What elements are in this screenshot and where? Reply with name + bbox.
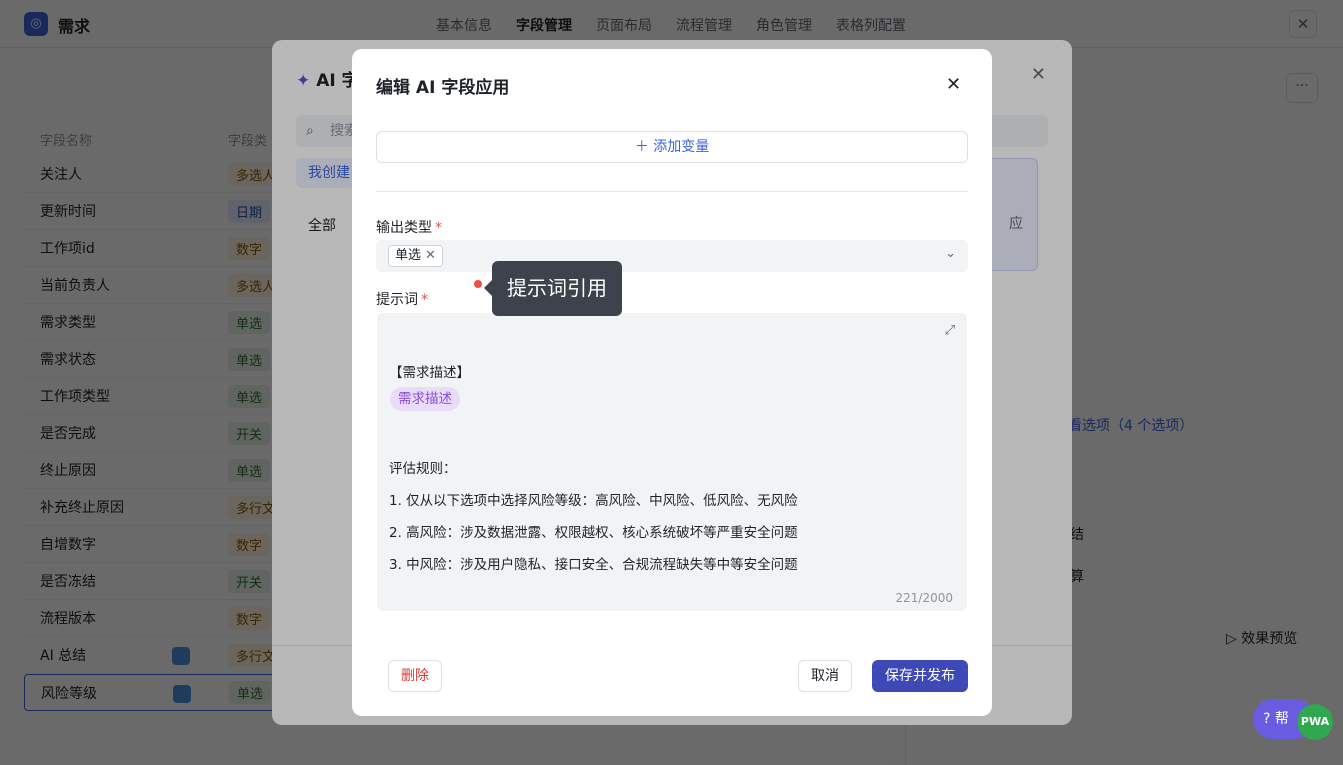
output-type-select[interactable]: 单选 ✕ ⌄ (376, 240, 968, 272)
variable-chip[interactable]: 需求描述 (390, 387, 460, 411)
expand-icon[interactable]: ⤢ (945, 323, 955, 338)
prompt-textarea[interactable]: ⤢ 【需求描述】 需求描述 评估规则： 1. 仅从以下选项中选择风险等级：高风险… (377, 313, 967, 611)
help-label: 帮 (1274, 711, 1289, 727)
prompt-label-text: 提示词 (376, 292, 418, 308)
output-type-label: 输出类型 * (376, 217, 442, 237)
selected-tag-label: 单选 (395, 248, 422, 263)
remove-tag-icon[interactable]: ✕ (425, 248, 436, 263)
guide-dot (474, 280, 482, 288)
required-mark: * (435, 220, 442, 236)
prompt-heading: 【需求描述】 (389, 365, 470, 381)
prompt-editor-spotlight: 提示词 * ⤢ 【需求描述】 需求描述 评估规则： 1. 仅从以下选项中选择风险等… (368, 283, 971, 619)
modal-title: 编辑 AI 字段应用 (376, 78, 510, 98)
save-and-publish-button[interactable]: 保存并发布 (872, 660, 968, 692)
char-counter: 221/2000 (895, 591, 954, 605)
prompt-rule-line: 1. 仅从以下选项中选择风险等级：高风险、中风险、低风险、无风险 (389, 493, 798, 509)
add-variable-label: 添加变量 (653, 139, 710, 155)
close-icon[interactable]: ✕ (946, 74, 961, 95)
prompt-rule-line: 3. 中风险：涉及用户隐私、接口安全、合规流程缺失等中等安全问题 (389, 557, 798, 573)
pwa-badge[interactable]: PWA (1297, 704, 1333, 740)
prompt-rule-line: 2. 高风险：涉及数据泄露、权限越权、核心系统破坏等严重安全问题 (389, 525, 798, 541)
selected-tag: 单选 ✕ (388, 245, 443, 267)
delete-button[interactable]: 删除 (388, 660, 442, 692)
required-mark: * (421, 292, 428, 308)
prompt-label: 提示词 * (376, 289, 428, 309)
cancel-button[interactable]: 取消 (798, 660, 852, 692)
divider (376, 191, 968, 192)
guide-tooltip: 提示词引用 (484, 261, 622, 316)
chevron-down-icon: ⌄ (945, 246, 956, 261)
add-variable-button[interactable]: ＋ 添加变量 (376, 131, 968, 163)
prompt-rules-title: 评估规则： (389, 461, 457, 477)
output-type-label-text: 输出类型 (376, 220, 432, 236)
